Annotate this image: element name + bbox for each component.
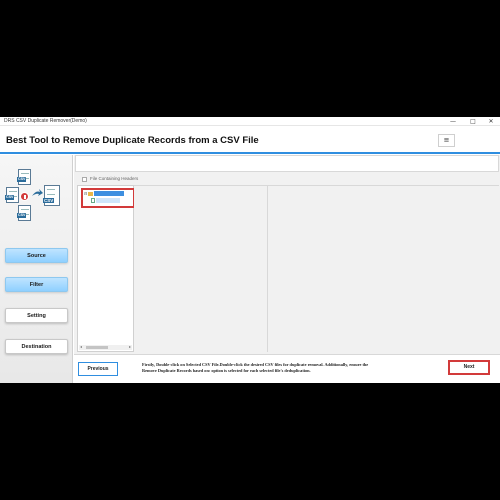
csv-file-icon: CSV: [17, 205, 31, 221]
sidebar-item-filter[interactable]: Filter: [5, 277, 68, 292]
sidebar-item-source[interactable]: Source: [5, 248, 68, 263]
title-bar: DRS CSV Duplicate Remover(Demo) — □ ✕: [0, 117, 500, 126]
tree-horizontal-scrollbar[interactable]: ◂ ▸: [79, 344, 132, 350]
app-title: DRS CSV Duplicate Remover(Demo): [4, 118, 87, 124]
arrow-right-icon: [32, 189, 43, 196]
main-panel: File Containing Headers ⊟ ◂ ▸ Previous F…: [74, 155, 500, 383]
csv-file-icon: [91, 198, 95, 204]
scroll-right-icon[interactable]: ▸: [129, 344, 131, 349]
tree-node-file[interactable]: [91, 198, 120, 204]
minimize-button[interactable]: —: [446, 117, 460, 126]
selected-file-highlight: ⊟: [81, 188, 135, 208]
file-headers-checkbox[interactable]: [82, 177, 87, 182]
previous-button[interactable]: Previous: [78, 362, 118, 376]
csv-file-icon: CSV: [43, 185, 60, 206]
folder-tree[interactable]: ⊟ ◂ ▸: [77, 185, 135, 352]
page-title: Best Tool to Remove Duplicate Records fr…: [6, 135, 259, 146]
scroll-left-icon[interactable]: ◂: [80, 344, 82, 349]
app-window: DRS CSV Duplicate Remover(Demo) — □ ✕ Be…: [0, 117, 500, 383]
next-button[interactable]: Next: [448, 360, 490, 375]
delete-badge-icon: [20, 192, 29, 201]
menu-button[interactable]: ≡: [438, 134, 455, 147]
close-button[interactable]: ✕: [484, 117, 498, 126]
file-headers-label: File Containing Headers: [90, 176, 139, 181]
top-info-box: [75, 155, 499, 172]
tree-node-folder[interactable]: ⊟: [84, 191, 125, 197]
app-header: Best Tool to Remove Duplicate Records fr…: [0, 127, 500, 154]
maximize-button[interactable]: □: [466, 117, 480, 126]
tree-node-label[interactable]: [96, 198, 120, 204]
app-logo: CSV CSV CSV CSV: [5, 165, 70, 227]
hamburger-menu-icon: ≡: [443, 136, 450, 144]
tree-node-label[interactable]: [94, 191, 125, 197]
footer-bar: Previous Firstly, Double-click on Select…: [74, 354, 500, 383]
csv-file-icon: CSV: [5, 187, 19, 203]
sidebar-item-destination[interactable]: Destination: [5, 339, 68, 354]
instruction-text: Firstly, Double-click on Selected CSV Fi…: [142, 362, 369, 373]
expand-icon[interactable]: ⊟: [84, 191, 87, 196]
sidebar: CSV CSV CSV CSV Source Filter Setting De…: [0, 155, 73, 383]
sidebar-item-setting[interactable]: Setting: [5, 308, 68, 323]
scrollbar-thumb[interactable]: [86, 346, 108, 349]
csv-file-icon: CSV: [17, 169, 31, 185]
preview-pane[interactable]: [267, 185, 499, 352]
file-list-pane[interactable]: [134, 185, 268, 352]
folder-icon: [88, 191, 94, 196]
